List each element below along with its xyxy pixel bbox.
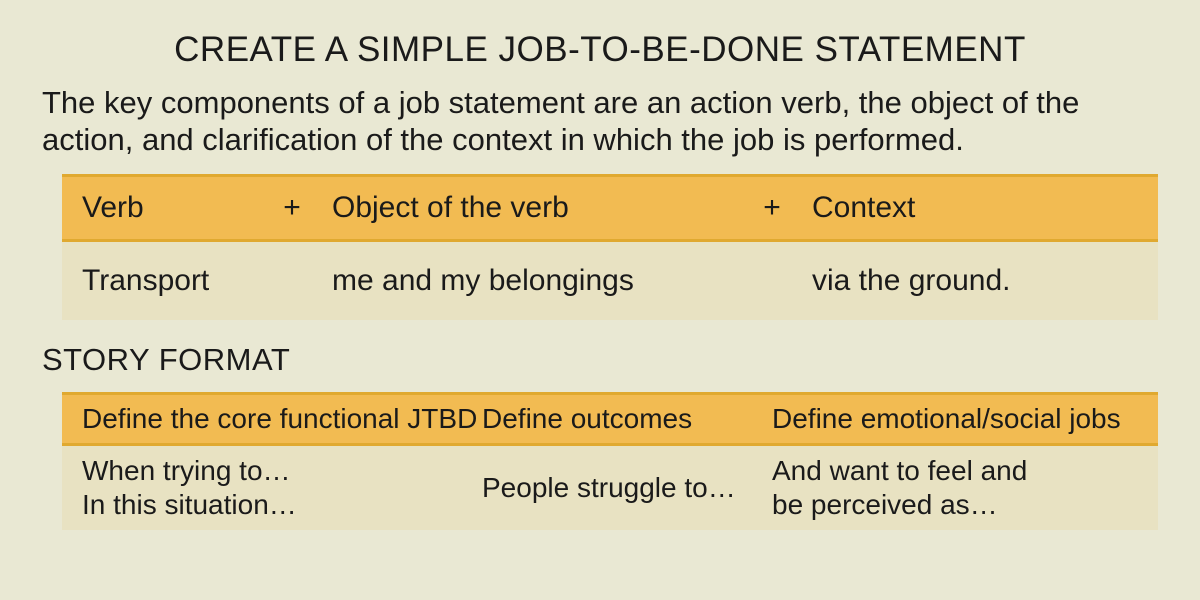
- cell-core-jtbd: When trying to… In this situation…: [82, 454, 482, 521]
- lead-paragraph: The key components of a job statement ar…: [42, 84, 1158, 158]
- table-row: Transport me and my belongings via the g…: [62, 242, 1158, 320]
- section-title-story-format: STORY FORMAT: [42, 342, 1158, 378]
- plus-icon: +: [252, 191, 332, 225]
- table-row: When trying to… In this situation… Peopl…: [62, 446, 1158, 529]
- cell-object: me and my belongings: [332, 264, 732, 298]
- header-object: Object of the verb: [332, 191, 732, 225]
- job-statement-table: Verb + Object of the verb + Context Tran…: [62, 174, 1158, 320]
- table-row: Define the core functional JTBD Define o…: [62, 392, 1158, 446]
- header-verb: Verb: [82, 191, 252, 225]
- header-context: Context: [812, 191, 1138, 225]
- page-title: CREATE A SIMPLE JOB-TO-BE-DONE STATEMENT: [42, 30, 1158, 70]
- header-emotional-social: Define emotional/social jobs: [772, 403, 1138, 435]
- cell-verb: Transport: [82, 264, 252, 298]
- cell-outcomes: People struggle to…: [482, 471, 772, 505]
- plus-icon: +: [732, 191, 812, 225]
- table-row: Verb + Object of the verb + Context: [62, 174, 1158, 242]
- header-core-jtbd: Define the core functional JTBD: [82, 403, 482, 435]
- header-outcomes: Define outcomes: [482, 403, 772, 435]
- cell-emotional-social: And want to feel and be perceived as…: [772, 454, 1138, 521]
- story-format-table: Define the core functional JTBD Define o…: [62, 392, 1158, 529]
- cell-context: via the ground.: [812, 264, 1138, 298]
